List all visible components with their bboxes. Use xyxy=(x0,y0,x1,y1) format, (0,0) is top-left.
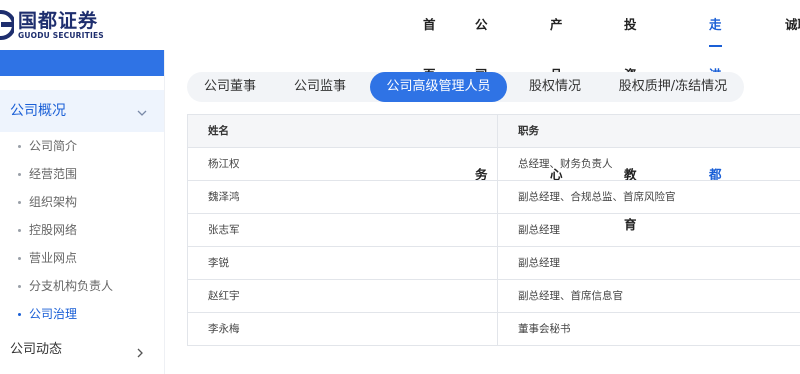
sidebar-item-label: 组织架构 xyxy=(29,195,78,209)
table-row: 张志军 副总经理 xyxy=(188,214,800,247)
logo-text-en: GUODU SECURITIES xyxy=(18,30,104,40)
sidebar-item-label: 公司治理 xyxy=(29,307,78,321)
logo-text-cn: 国都证券 xyxy=(18,9,99,32)
bullet-icon xyxy=(18,201,21,204)
cell-position: 董事会秘书 xyxy=(518,323,571,335)
cell-name: 杨江权 xyxy=(188,148,498,181)
logo[interactable]: 国都证券 GUODU SECURITIES xyxy=(0,8,104,42)
logo-mark-icon xyxy=(0,10,14,40)
table-row: 李锐 副总经理 xyxy=(188,247,800,280)
tab-equity[interactable]: 股权情况 xyxy=(510,72,600,102)
cell-name: 赵红宇 xyxy=(188,280,498,313)
tab-bar: 公司董事 公司监事 公司高级管理人员 股权情况 股权质押/冻结情况 xyxy=(187,72,744,102)
sidebar-item-label: 营业网点 xyxy=(29,251,78,265)
cell-position: 总经理、财务负责人 xyxy=(518,158,613,170)
cell-position: 副总经理 xyxy=(518,224,560,236)
sidebar-header-bar xyxy=(0,50,164,76)
column-header-position: 职务 xyxy=(518,125,539,137)
sidebar-item-branches[interactable]: 营业网点 xyxy=(0,244,164,272)
sidebar-item-governance[interactable]: 公司治理 xyxy=(0,300,164,328)
bullet-icon xyxy=(18,313,21,316)
table-header-row: 姓名 职务 xyxy=(188,115,800,148)
nav-business[interactable]: 公司业务 xyxy=(475,0,488,182)
sidebar-item-branch-heads[interactable]: 分支机构负责人 xyxy=(0,272,164,300)
nav-careers[interactable]: 诚聘 xyxy=(785,0,800,50)
chevron-down-icon xyxy=(136,104,148,123)
cell-position: 副总经理 xyxy=(518,257,560,269)
tab-pledge-freeze[interactable]: 股权质押/冻结情况 xyxy=(602,72,744,102)
column-header-name: 姓名 xyxy=(188,115,498,148)
bullet-icon xyxy=(18,229,21,232)
cell-name: 张志军 xyxy=(188,214,498,247)
chevron-right-icon xyxy=(134,344,146,363)
table-row: 李永梅 董事会秘书 xyxy=(188,313,800,346)
bullet-icon xyxy=(18,173,21,176)
sidebar-item-company-profile[interactable]: 公司简介 xyxy=(0,132,164,160)
table-row: 杨江权 总经理、财务负责人 xyxy=(188,148,800,181)
nav-investor-education[interactable]: 投资者教育 xyxy=(624,0,637,232)
tab-directors[interactable]: 公司董事 xyxy=(187,72,273,102)
site-header: 国都证券 GUODU SECURITIES 首页 公司业务 产品中心 投资者教育… xyxy=(0,0,800,232)
sidebar-item-label: 公司简介 xyxy=(29,139,78,153)
cell-name: 李永梅 xyxy=(188,313,498,346)
table-row: 赵红宇 副总经理、首席信息官 xyxy=(188,280,800,313)
cell-position: 副总经理、合规总监、首席风险官 xyxy=(518,191,676,203)
sidebar-item-business-scope[interactable]: 经营范围 xyxy=(0,160,164,188)
cell-name: 李锐 xyxy=(188,247,498,280)
sidebar-item-holding-network[interactable]: 控股网络 xyxy=(0,216,164,244)
sidebar-item-label: 分支机构负责人 xyxy=(29,279,114,293)
nav-home[interactable]: 首页 xyxy=(423,0,436,82)
sidebar-section-label: 公司概况 xyxy=(10,103,66,119)
management-table: 姓名 职务 杨江权 总经理、财务负责人 魏泽鸿 副总经理、合规总监、首席风险官 … xyxy=(187,114,800,346)
sidebar-item-label: 控股网络 xyxy=(29,223,78,237)
cell-position: 副总经理、首席信息官 xyxy=(518,290,623,302)
bullet-icon xyxy=(18,145,21,148)
bullet-icon xyxy=(18,257,21,260)
sidebar: 公司概况 公司简介 经营范围 组织架构 控股网络 营业网点 分支机构负责人 公司… xyxy=(0,50,165,374)
nav-products[interactable]: 产品中心 xyxy=(550,0,563,182)
sidebar-item-label: 经营范围 xyxy=(29,167,78,181)
sidebar-section-company-overview[interactable]: 公司概况 xyxy=(0,90,164,132)
nav-about[interactable]: 走进国都 xyxy=(709,0,722,182)
sidebar-item-org-structure[interactable]: 组织架构 xyxy=(0,188,164,216)
table-row: 魏泽鸿 副总经理、合规总监、首席风险官 xyxy=(188,181,800,214)
cell-name: 魏泽鸿 xyxy=(188,181,498,214)
sidebar-section-company-news[interactable]: 公司动态 xyxy=(0,335,164,365)
sidebar-section-label: 公司动态 xyxy=(10,342,63,357)
bullet-icon xyxy=(18,285,21,288)
tab-supervisors[interactable]: 公司监事 xyxy=(275,72,365,102)
tab-senior-management[interactable]: 公司高级管理人员 xyxy=(370,72,507,102)
